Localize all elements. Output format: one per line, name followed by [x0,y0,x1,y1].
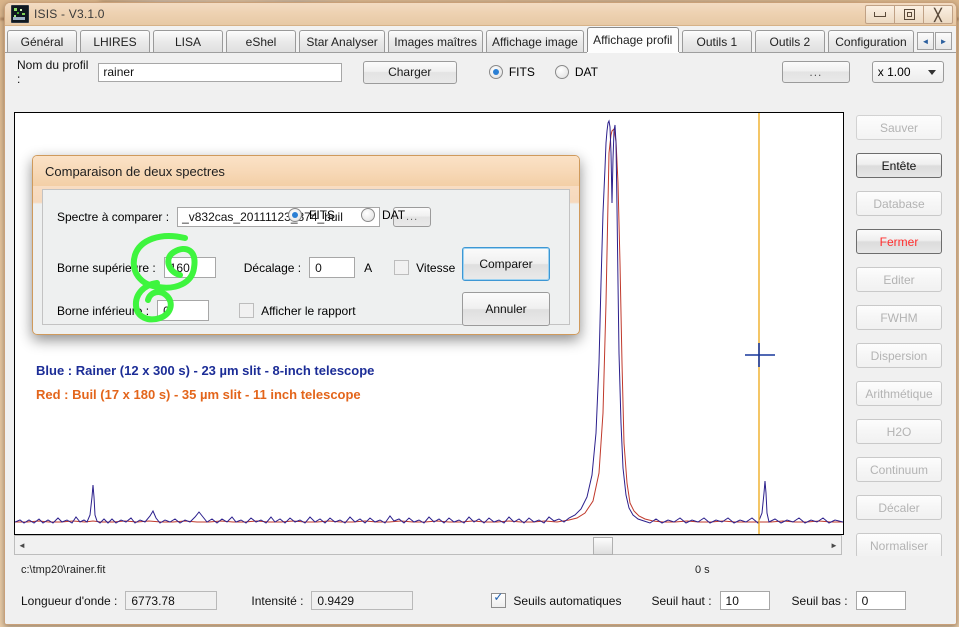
scrollbar-thumb[interactable] [593,537,613,555]
maximize-icon [903,9,915,20]
minimize-button[interactable] [865,5,895,24]
dialog-title: Comparaison de deux spectres [33,156,579,186]
side-button-h2o[interactable]: H2O [856,419,942,444]
profile-name-input[interactable] [98,62,342,82]
borne-superieure-row: Borne supérieure : 160 Décalage : 0 A Vi… [57,257,455,278]
side-button-continuum[interactable]: Continuum [856,457,942,482]
scrollbar-track[interactable] [29,536,827,555]
tab-images-maitres[interactable]: Images maîtres [388,30,484,52]
radio-fits-dialog-label: FITS [309,208,335,222]
side-button-database[interactable]: Database [856,191,942,216]
decalage-label: Décalage : [243,260,302,275]
radio-fits-dialog[interactable] [288,208,302,222]
auto-thresholds-label: Seuils automatiques [513,593,622,608]
seuil-bas-input[interactable]: 0 [855,591,906,610]
tools-button-column: Sauver Entête Database Fermer Editer FWH… [856,115,942,624]
dialog-format-radio-group: FITS DAT [288,208,419,222]
side-button-arithmetique[interactable]: Arithmétique [856,381,942,406]
zoom-level-value: x 1.00 [877,65,911,79]
seuil-haut-label: Seuil haut : [651,593,712,608]
tab-scroll-left-icon[interactable]: ◄ [917,32,934,50]
tab-affichage-image[interactable]: Affichage image [486,30,584,52]
tab-lisa[interactable]: LISA [153,30,223,52]
tab-affichage-profil[interactable]: Affichage profil [586,27,679,52]
window-controls: ╳ [865,5,953,24]
isis-app-icon [11,5,29,23]
borne-superieure-input[interactable]: 160 [163,257,216,278]
side-button-normaliser[interactable]: Normaliser [856,533,942,558]
seuil-bas-label: Seuil bas : [791,593,848,608]
tab-outils-1[interactable]: Outils 1 [681,30,752,52]
radio-dat-toolbar-label: DAT [574,65,598,79]
close-icon: ╳ [934,7,942,22]
wavelength-label: Longueur d'onde : [21,593,118,608]
dialog-body: Spectre à comparer : _v832cas_20111123_8… [42,189,570,326]
radio-dat-dialog-label: DAT [382,208,406,222]
tab-star-analyser[interactable]: Star Analyser [299,30,386,52]
side-button-editer[interactable]: Editer [856,267,942,292]
radio-fits-toolbar-label: FITS [508,65,535,79]
elapsed-time: 0 s [695,564,710,576]
afficher-rapport-checkbox[interactable] [239,303,255,318]
tab-lhires[interactable]: LHIRES [80,30,150,52]
decalage-input[interactable]: 0 [309,257,356,278]
side-button-fermer[interactable]: Fermer [856,229,942,254]
legend-blue-rainer: Blue : Rainer (12 x 300 s) - 23 µm slit … [36,363,375,378]
radio-dat-dialog[interactable] [361,208,375,222]
radio-dat-toolbar[interactable] [554,65,569,79]
scroll-right-icon[interactable]: ► [827,536,841,554]
intensity-label: Intensité : [251,593,304,608]
tab-scroll-controls: ◄ ► [917,32,954,52]
status-bar: c:\tmp20\rainer.fit 0 s Longueur d'onde … [5,556,956,624]
borne-superieure-label: Borne supérieure : [57,260,156,275]
side-button-fwhm[interactable]: FWHM [856,305,942,330]
side-button-dispersion[interactable]: Dispersion [856,343,942,368]
vitesse-checkbox-group: Vitesse [394,260,455,275]
annuler-button[interactable]: Annuler [462,292,550,326]
plot-horizontal-scrollbar[interactable]: ◄ ► [14,535,842,555]
tab-outils-2[interactable]: Outils 2 [754,30,825,52]
intensity-value: 0.9429 [311,591,414,610]
window-titlebar: ISIS - V3.1.0 ╳ [5,3,956,26]
radio-fits-toolbar[interactable] [488,65,503,79]
isis-main-window: ISIS - V3.1.0 ╳ Général LHIRES LISA eShe… [4,2,957,625]
close-button[interactable]: ╳ [923,5,953,24]
borne-inferieure-row: Borne inférieure : 0 Afficher le rapport [57,300,356,321]
wavelength-value: 6773.78 [125,591,218,610]
vitesse-label: Vitesse [416,260,456,275]
decalage-unit-label: A [364,260,373,275]
profile-browse-button[interactable]: ... [781,61,850,83]
toolbar-format-radio-group: FITS DAT [488,65,612,79]
comparison-dialog: Comparaison de deux spectres Spectre à c… [32,155,580,335]
comparer-button[interactable]: Comparer [462,247,550,281]
tab-configuration[interactable]: Configuration [827,30,914,52]
borne-inferieure-label: Borne inférieure : [57,303,150,318]
charger-button[interactable]: Charger [362,60,457,84]
current-file-path: c:\tmp20\rainer.fit [21,564,106,576]
profile-toolbar: Nom du profil : Charger FITS DAT ... x 1… [5,53,956,91]
borne-inferieure-input[interactable]: 0 [157,300,210,321]
auto-thresholds-checkbox[interactable] [491,591,507,608]
chevron-down-icon [928,70,936,75]
vitesse-checkbox[interactable] [394,260,410,275]
side-button-sauver[interactable]: Sauver [856,115,942,140]
tab-eshel[interactable]: eShel [226,30,296,52]
side-button-entete[interactable]: Entête [856,153,942,178]
maximize-button[interactable] [894,5,924,24]
seuil-haut-input[interactable]: 10 [719,591,770,610]
tab-general[interactable]: Général [7,30,77,52]
spectre-label: Spectre à comparer : [57,210,170,224]
scroll-left-icon[interactable]: ◄ [15,536,29,554]
legend-red-buil: Red : Buil (17 x 180 s) - 35 µm slit - 1… [36,387,361,402]
profile-name-label: Nom du profil : [17,58,89,86]
minimize-icon [874,12,886,17]
afficher-rapport-label: Afficher le rapport [261,303,356,318]
main-tabstrip: Général LHIRES LISA eShel Star Analyser … [5,26,956,53]
zoom-level-select[interactable]: x 1.00 [871,61,944,83]
afficher-rapport-checkbox-group: Afficher le rapport [239,303,356,318]
tab-scroll-right-icon[interactable]: ► [935,32,952,50]
side-button-decaler[interactable]: Décaler [856,495,942,520]
status-field-row: Longueur d'onde : 6773.78 Intensité : 0.… [21,591,946,610]
window-title: ISIS - V3.1.0 [34,7,105,21]
